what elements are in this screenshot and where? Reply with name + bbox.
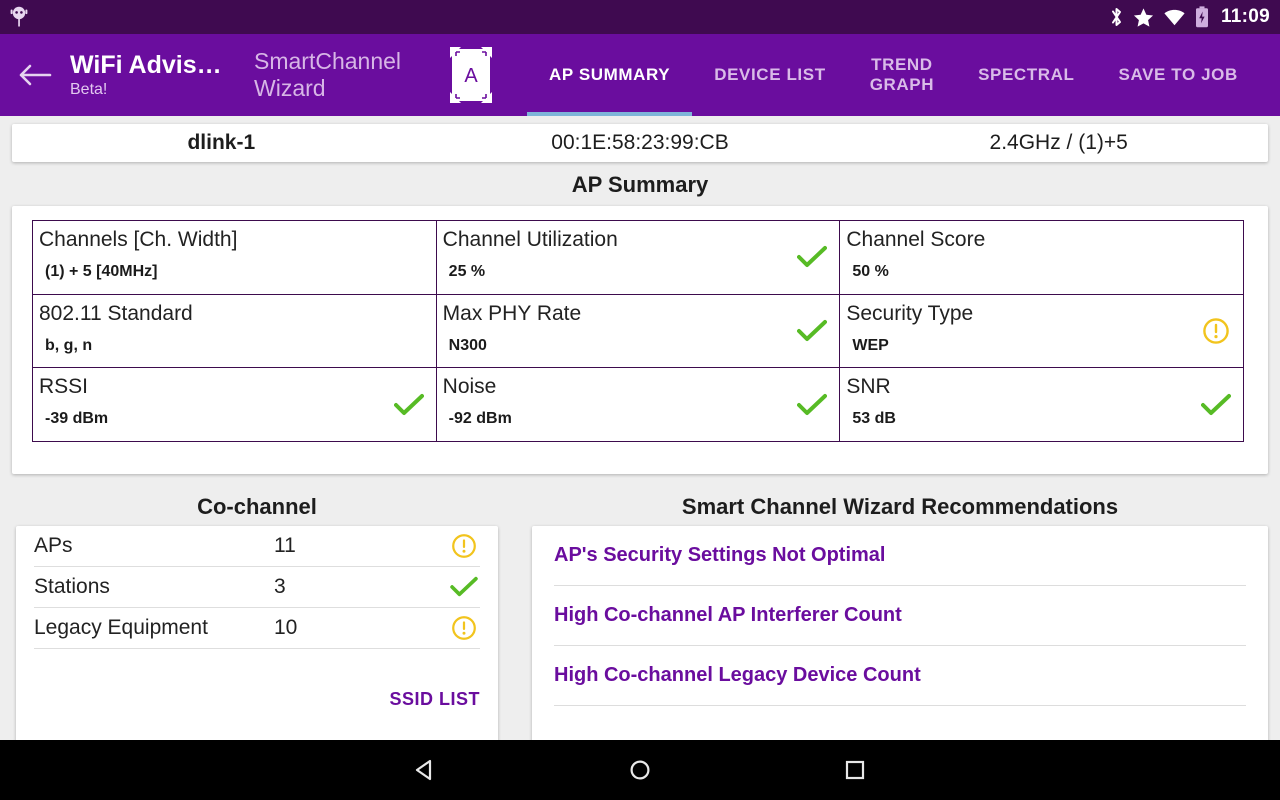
co-channel-row-stations[interactable]: Stations 3 [34,567,480,608]
tab-spectral[interactable]: SPECTRAL [956,34,1096,116]
status-ok-check-icon [1201,390,1232,420]
metric-max-phy-rate[interactable]: Max PHY Rate N300 [437,294,841,368]
status-warning-icon [448,533,480,559]
co-channel-card: APs 11 Stations 3 Legacy Equipment 10 SS… [16,526,498,750]
app-root: 11:09 WiFi Advis… Beta! SmartChannel Wiz… [0,0,1280,800]
android-navigation-bar [0,740,1280,800]
app-toolbar: WiFi Advis… Beta! SmartChannel Wizard A … [0,34,1280,116]
metric-value: (1) + 5 [40MHz] [45,263,158,281]
status-bar-clock: 11:09 [1220,6,1270,27]
svg-text:A: A [464,65,478,87]
ap-header-bar[interactable]: dlink-1 00:1E:58:23:99:CB 2.4GHz / (1)+5 [12,124,1268,162]
android-robot-icon [10,6,28,28]
metric-channels[interactable]: Channels [Ch. Width] (1) + 5 [40MHz] [33,221,437,294]
metric-label: Noise [442,375,497,399]
ap-band-channel: 2.4GHz / (1)+5 [989,131,1128,154]
main-content: dlink-1 00:1E:58:23:99:CB 2.4GHz / (1)+5… [0,116,1280,750]
star-icon [1133,7,1154,28]
metric-label: Security Type [846,301,974,325]
status-warning-icon [448,615,480,641]
recommendations-heading: Smart Channel Wizard Recommendations [681,494,1119,519]
co-channel-row-value: 11 [274,534,296,557]
back-arrow-icon [19,64,52,86]
status-bar-notifications [10,6,28,28]
ap-summary-card: Channels [Ch. Width] (1) + 5 [40MHz] Cha… [12,206,1268,474]
app-title: WiFi Advis… [70,50,222,79]
co-channel-row-label: Stations [34,575,110,598]
metric-security-type[interactable]: Security Type WEP [840,295,1243,368]
ap-summary-grid: Channels [Ch. Width] (1) + 5 [40MHz] Cha… [32,220,1244,442]
bluetooth-icon [1109,6,1124,28]
metric-label: 802.11 Standard [39,301,193,325]
ap-bssid: 00:1E:58:23:99:CB [551,131,729,154]
status-ok-check-icon [797,316,828,346]
ap-summary-row: 802.11 Standard b, g, n Max PHY Rate N30… [33,294,1243,369]
ssid-list-button[interactable]: SSID LIST [34,689,480,710]
metric-value: 53 dB [852,410,896,428]
back-button[interactable] [0,34,70,116]
toolbar-tabs: AP SUMMARY DEVICE LIST TREND GRAPH SPECT… [527,34,1280,116]
status-ok-check-icon [448,576,480,598]
metric-label: SNR [846,375,891,399]
recommendations-card: AP's Security Settings Not Optimal High … [532,526,1268,750]
tab-ap-summary[interactable]: AP SUMMARY [527,34,693,116]
nav-home-circle-icon[interactable] [605,740,675,800]
status-ok-check-icon [393,390,424,420]
metric-value: 25 % [448,263,486,281]
metric-value: b, g, n [45,336,93,354]
status-ok-check-icon [797,390,828,420]
nav-recent-square-icon[interactable] [820,740,890,800]
recommendation-item[interactable]: High Co-channel Legacy Device Count [554,646,1246,706]
metric-label: Channels [Ch. Width] [39,228,238,251]
module-title: SmartChannel Wizard [254,47,402,101]
co-channel-row-value: 3 [274,575,286,598]
co-channel-heading: Co-channel [197,494,317,519]
status-warning-icon [1201,316,1231,346]
ap-ssid: dlink-1 [187,131,256,154]
metric-80211-standard[interactable]: 802.11 Standard b, g, n [33,294,437,368]
nav-back-triangle-icon[interactable] [390,740,460,800]
app-logo-icon: A [443,44,499,106]
metric-snr[interactable]: SNR 53 dB [840,368,1243,441]
ap-summary-row: Channels [Ch. Width] (1) + 5 [40MHz] Cha… [33,221,1243,295]
wifi-icon [1163,8,1186,27]
co-channel-row-legacy-equipment[interactable]: Legacy Equipment 10 [34,608,480,649]
tab-save-to-job[interactable]: SAVE TO JOB [1097,34,1260,116]
ap-summary-row: RSSI -39 dBm Noise -92 dBm SNR 53 dB [33,368,1243,442]
metric-label: Max PHY Rate [442,301,582,325]
metric-channel-score[interactable]: Channel Score 50 % [840,221,1243,294]
metric-label: RSSI [39,375,89,399]
metric-value: N300 [448,336,487,354]
status-bar: 11:09 [0,0,1280,34]
co-channel-row-aps[interactable]: APs 11 [34,526,480,567]
ap-summary-heading: AP Summary [571,172,709,197]
app-subtitle: Beta! [70,80,108,98]
tab-trend-graph[interactable]: TREND GRAPH [848,34,956,116]
status-ok-check-icon [797,242,828,272]
metric-label: Channel Utilization [442,228,618,251]
metric-channel-utilization[interactable]: Channel Utilization 25 % [437,221,841,294]
recommendation-item[interactable]: High Co-channel AP Interferer Count [554,586,1246,646]
metric-value: -92 dBm [448,410,512,428]
metric-label: Channel Score [846,228,986,251]
metric-value: 50 % [852,263,889,281]
app-title-block: WiFi Advis… Beta! [70,34,230,116]
recommendation-item[interactable]: AP's Security Settings Not Optimal [554,526,1246,586]
metric-value: WEP [852,336,889,354]
metric-value: -39 dBm [45,410,109,428]
co-channel-row-value: 10 [274,616,298,639]
co-channel-row-label: APs [34,534,73,557]
metric-noise[interactable]: Noise -92 dBm [437,368,841,442]
status-bar-system-icons: 11:09 [1109,6,1270,28]
battery-charging-icon [1195,6,1209,28]
tab-device-list[interactable]: DEVICE LIST [692,34,847,116]
co-channel-row-label: Legacy Equipment [34,616,208,639]
metric-rssi[interactable]: RSSI -39 dBm [33,368,437,442]
